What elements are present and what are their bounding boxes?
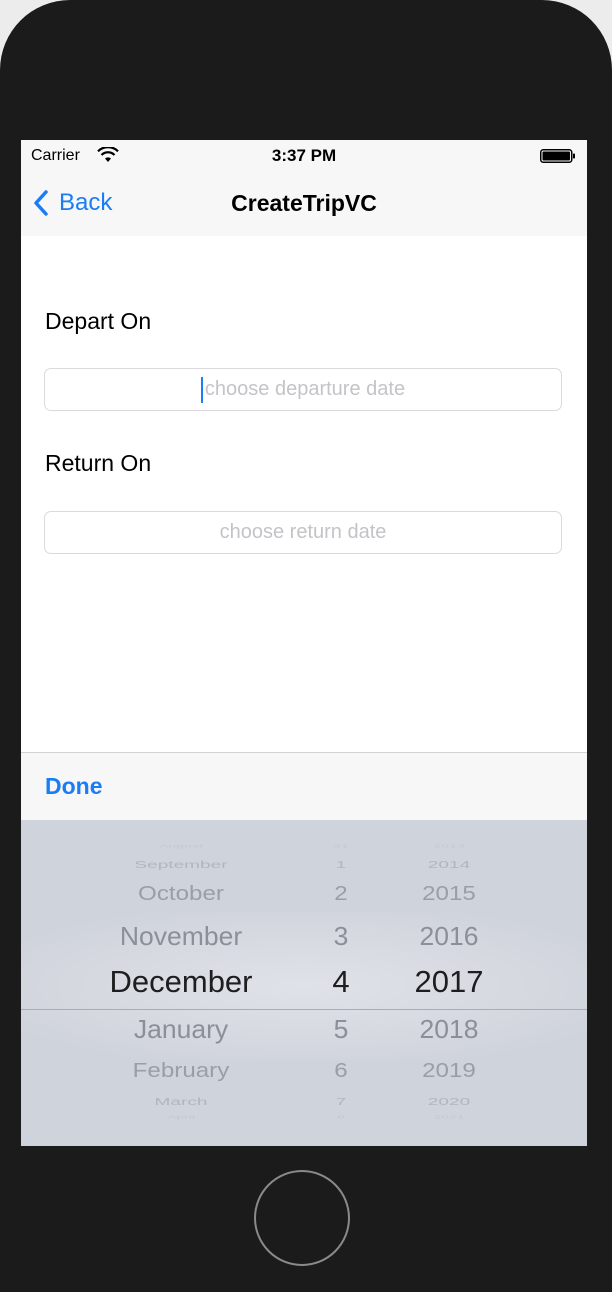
picker-day-option[interactable]: 6 [316,1059,366,1083]
form-content: Depart On choose departure date Return O… [21,236,587,753]
picker-day-option[interactable]: 7 [314,1095,368,1108]
picker-year-option[interactable]: 2019 [397,1059,502,1083]
picker-day-option[interactable]: 31 [313,843,370,849]
picker-day-option[interactable]: 3 [317,921,366,950]
picker-month-option[interactable]: September [69,858,293,871]
picker-year-option[interactable]: 2014 [393,858,505,871]
picker-year-option[interactable]: 2021 [390,1114,508,1120]
navigation-bar: Back CreateTripVC [21,176,587,236]
picker-month-option[interactable]: August [63,843,299,849]
picker-year-option[interactable]: 2016 [398,921,500,950]
return-date-placeholder: choose return date [219,521,387,543]
status-time: 3:37 PM [271,146,337,165]
status-bar: Carrier 3:37 PM [21,140,587,176]
departure-date-field[interactable]: choose departure date [44,368,562,411]
picker-month-option[interactable]: December [81,964,281,999]
picker-day-option[interactable]: 2 [316,882,366,906]
picker-year-option[interactable]: 2018 [398,1014,500,1043]
picker-day-option[interactable]: 5 [317,1014,366,1043]
year-wheel[interactable]: 2013 2014 2015 2016 2017 2018 2019 2020 2021 [399,820,499,1146]
picker-day-option[interactable]: 8 [313,1114,370,1120]
month-wheel[interactable]: August September October November December Ja… [81,820,281,1146]
picker-month-option[interactable]: March [69,1095,293,1108]
text-cursor [200,376,203,403]
picker-month-option[interactable]: January [79,1014,283,1043]
phone-frame: Carrier 3:37 PM Back CreateTripVC Depart… [0,0,612,1292]
picker-month-option[interactable]: November [79,921,283,950]
departure-date-placeholder: choose departure date [204,378,406,400]
picker-year-option[interactable]: 2017 [399,964,499,999]
return-on-label: Return On [45,450,152,476]
date-picker[interactable]: August September October November December Ja… [21,820,587,1146]
return-date-field[interactable]: choose return date [44,511,562,554]
picker-year-option[interactable]: 2020 [393,1095,505,1108]
picker-year-option[interactable]: 2013 [390,843,508,849]
day-wheel[interactable]: 31 1 2 3 4 5 6 7 8 [317,820,365,1146]
battery-icon [540,149,575,163]
picker-month-option[interactable]: October [76,882,286,906]
nav-title: CreateTripVC [231,190,377,216]
done-button[interactable]: Done [45,773,103,800]
picker-month-option[interactable]: April [63,1114,299,1120]
depart-on-label: Depart On [45,308,152,334]
picker-year-option[interactable]: 2015 [397,882,502,906]
home-button[interactable] [254,1170,350,1266]
picker-month-option[interactable]: February [76,1059,286,1083]
screen: Carrier 3:37 PM Back CreateTripVC Depart… [21,140,587,1146]
picker-day-option[interactable]: 1 [314,858,368,871]
input-accessory-toolbar: Done [21,752,587,821]
picker-day-option[interactable]: 4 [317,964,365,999]
